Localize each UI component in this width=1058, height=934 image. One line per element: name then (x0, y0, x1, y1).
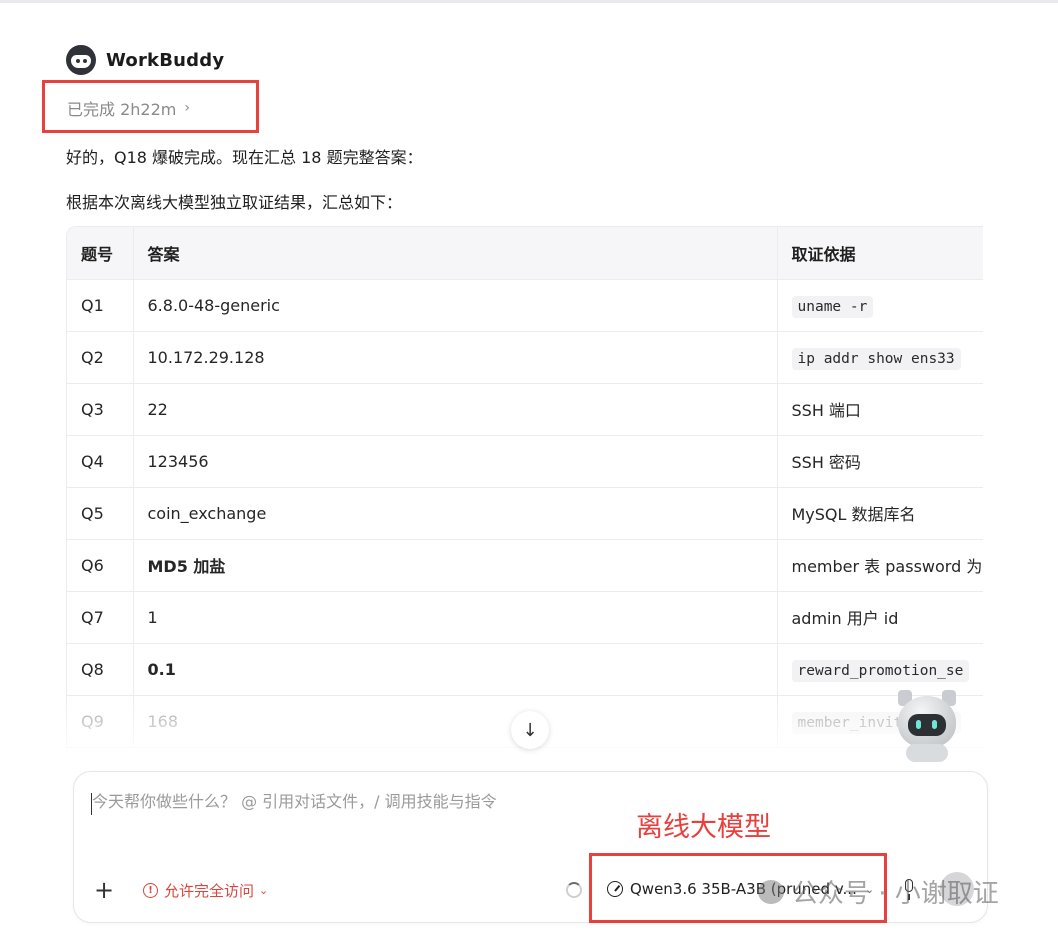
question-number-cell: Q7 (67, 591, 133, 644)
column-header: 答案 (132, 227, 777, 280)
answer-cell: 6.8.0-48-generic (132, 279, 777, 332)
text-caret (91, 793, 92, 815)
table-row: Q6 MD5 加盐 member 表 password 为 (67, 539, 983, 592)
chevron-down-icon: ⌄ (259, 884, 269, 897)
question-number-cell: Q8 (67, 643, 133, 696)
scroll-to-bottom-button[interactable]: ↓ (511, 711, 549, 749)
evidence-cell: SSH 密码 (776, 435, 983, 488)
message-paragraph: 好的，Q18 爆破完成。现在汇总 18 题完整答案： (66, 148, 423, 167)
message-paragraph: 根据本次离线大模型独立取证结果，汇总如下： (66, 193, 403, 212)
answer-cell: MD5 加盐 (132, 539, 777, 592)
answer-cell: 0.1 (132, 643, 777, 696)
evidence-cell: uname -r (776, 279, 983, 332)
robot-mascot-icon (888, 690, 966, 764)
warning-circle-icon: ! (143, 883, 158, 898)
table-row: Q4 123456 SSH 密码 (67, 435, 983, 488)
question-number-cell: Q3 (67, 383, 133, 436)
column-header: 题号 (67, 227, 133, 280)
permission-label: 允许完全访问 (164, 882, 255, 900)
answer-cell: 168 (132, 695, 777, 747)
question-number-cell: Q9 (67, 695, 133, 747)
add-attachment-button[interactable]: + (94, 876, 114, 904)
column-header: 取证依据 (776, 227, 983, 280)
evidence-code: uname -r (791, 295, 874, 318)
watermark: 公众号 · 小谢取证 (758, 873, 999, 910)
question-number-cell: Q5 (67, 487, 133, 540)
evidence-cell: SSH 端口 (776, 383, 983, 436)
table-row: Q8 0.1 reward_promotion_se (67, 643, 983, 696)
answer-cell: 123456 (132, 435, 777, 488)
evidence-cell: member 表 password 为 (776, 539, 983, 592)
completion-status-text: 已完成 2h22m (67, 100, 177, 119)
table-row: Q3 22 SSH 端口 (67, 383, 983, 436)
wechat-logo-icon (758, 879, 784, 904)
evidence-code: reward_promotion_se (791, 659, 970, 682)
table-row: Q2 10.172.29.128 ip addr show ens33 (67, 331, 983, 384)
watermark-text: 公众号 · 小谢取证 (792, 879, 999, 909)
answer-cell: coin_exchange (132, 487, 777, 540)
answers-table: 题号 答案 取证依据 Q1 6.8.0-48-generic uname -r Q2 1… (67, 227, 983, 747)
agent-header: WorkBuddy (66, 45, 224, 75)
loading-spinner-icon (566, 882, 582, 898)
window-top-strip (0, 0, 1058, 3)
table-row: Q1 6.8.0-48-generic uname -r (67, 279, 983, 332)
table-header-row: 题号 答案 取证依据 (67, 227, 983, 280)
completion-status-toggle[interactable]: 已完成 2h22m › (67, 96, 190, 120)
table-row: Q7 1 admin 用户 id (67, 591, 983, 644)
answers-table-container: 题号 答案 取证依据 Q1 6.8.0-48-generic uname -r Q2 1… (66, 226, 983, 748)
table-row: Q5 coin_exchange MySQL 数据库名 (67, 487, 983, 540)
question-number-cell: Q1 (67, 279, 133, 332)
question-number-cell: Q4 (67, 435, 133, 488)
evidence-code: ip addr show ens33 (791, 347, 961, 370)
evidence-cell: admin 用户 id (776, 591, 983, 644)
permission-dropdown[interactable]: ! 允许完全访问 ⌄ (143, 880, 268, 901)
robot-avatar-icon (66, 45, 96, 75)
answer-cell: 10.172.29.128 (132, 331, 777, 384)
gauge-icon (607, 881, 623, 897)
agent-name: WorkBuddy (106, 49, 225, 71)
evidence-cell: ip addr show ens33 (776, 331, 983, 384)
question-number-cell: Q2 (67, 331, 133, 384)
answer-cell: 22 (132, 383, 777, 436)
evidence-cell: reward_promotion_se (776, 643, 983, 696)
question-number-cell: Q6 (67, 539, 133, 592)
chevron-right-icon: › (184, 100, 190, 116)
answer-cell: 1 (132, 591, 777, 644)
evidence-cell: MySQL 数据库名 (776, 487, 983, 540)
annotation-label: 离线大模型 (636, 812, 771, 843)
arrow-down-icon: ↓ (522, 719, 538, 741)
